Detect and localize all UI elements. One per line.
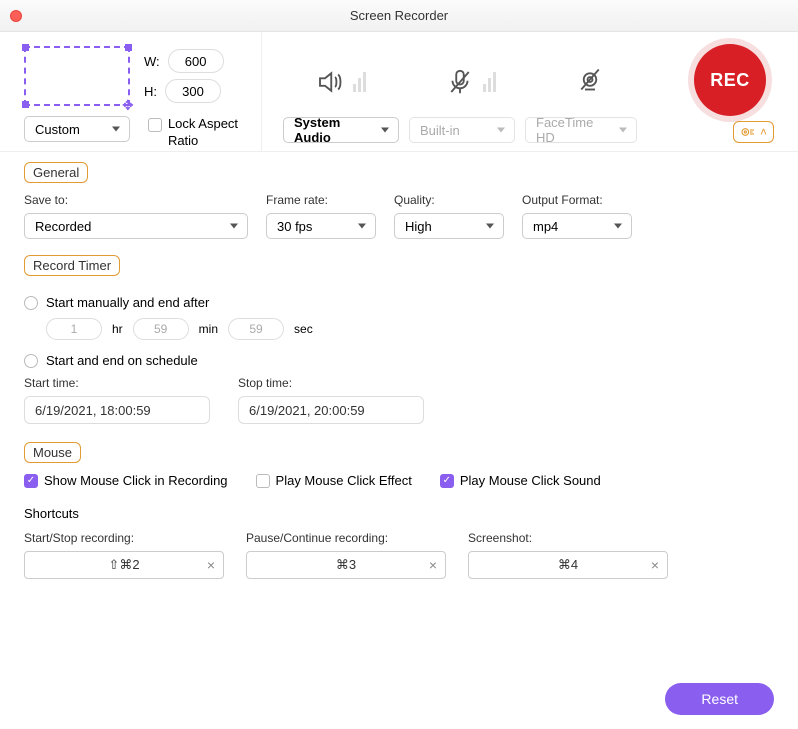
system-audio-select[interactable]: System Audio bbox=[283, 117, 399, 143]
checkbox-icon bbox=[440, 474, 454, 488]
start-time-input[interactable] bbox=[24, 396, 210, 424]
timer-schedule-radio[interactable]: Start and end on schedule bbox=[24, 352, 774, 368]
stop-time-label: Stop time: bbox=[238, 376, 424, 390]
microphone-select[interactable]: Built-in bbox=[409, 117, 515, 143]
clear-icon[interactable]: × bbox=[651, 557, 659, 573]
timer-manual-radio[interactable]: Start manually and end after bbox=[24, 294, 774, 310]
height-input[interactable] bbox=[165, 79, 221, 103]
section-shortcuts: Shortcuts bbox=[24, 506, 774, 521]
shortcut-startstop-label: Start/Stop recording: bbox=[24, 531, 224, 545]
stop-time-input[interactable] bbox=[238, 396, 424, 424]
settings-body: General Save to: Recorded Frame rate: 30… bbox=[0, 152, 798, 669]
save-to-select[interactable]: Recorded bbox=[24, 213, 248, 239]
frame-rate-label: Frame rate: bbox=[266, 193, 376, 207]
section-mouse: Mouse bbox=[24, 442, 81, 463]
chevron-up-icon: ˄ bbox=[760, 125, 767, 139]
section-general: General bbox=[24, 162, 88, 183]
audio-panel: System Audio Built-in FaceTime HD bbox=[262, 32, 658, 151]
record-button[interactable]: REC bbox=[694, 44, 766, 116]
duration-seconds-input[interactable] bbox=[228, 318, 284, 340]
lock-aspect-checkbox[interactable]: Lock Aspect Ratio bbox=[148, 116, 245, 150]
record-panel: REC ˄ bbox=[658, 32, 798, 151]
checkbox-icon bbox=[148, 118, 162, 132]
shortcut-pause-input[interactable]: ⌘3 × bbox=[246, 551, 446, 579]
app-window: Screen Recorder ✥ W: H: bbox=[0, 0, 798, 729]
quality-label: Quality: bbox=[394, 193, 504, 207]
lock-aspect-label: Lock Aspect Ratio bbox=[168, 116, 245, 150]
region-preset-select[interactable]: Custom bbox=[24, 116, 130, 142]
duration-hours-input[interactable] bbox=[46, 318, 102, 340]
height-label: H: bbox=[144, 84, 157, 99]
clear-icon[interactable]: × bbox=[429, 557, 437, 573]
frame-rate-select[interactable]: 30 fps bbox=[266, 213, 376, 239]
format-label: Output Format: bbox=[522, 193, 632, 207]
footer: Reset bbox=[0, 669, 798, 729]
radio-icon bbox=[24, 354, 38, 368]
save-to-label: Save to: bbox=[24, 193, 248, 207]
region-preview[interactable]: ✥ bbox=[24, 46, 130, 106]
settings-toggle-button[interactable]: ˄ bbox=[733, 121, 774, 143]
start-time-label: Start time: bbox=[24, 376, 210, 390]
window-title: Screen Recorder bbox=[0, 8, 798, 23]
play-click-effect-checkbox[interactable]: Play Mouse Click Effect bbox=[256, 473, 412, 488]
shortcut-pause-label: Pause/Continue recording: bbox=[246, 531, 446, 545]
shortcut-startstop-input[interactable]: ⇧⌘2 × bbox=[24, 551, 224, 579]
gear-icon bbox=[740, 126, 756, 138]
play-click-sound-checkbox[interactable]: Play Mouse Click Sound bbox=[440, 473, 601, 488]
top-panel: ✥ W: H: Custom bbox=[0, 32, 798, 152]
shortcut-screenshot-input[interactable]: ⌘4 × bbox=[468, 551, 668, 579]
clear-icon[interactable]: × bbox=[207, 557, 215, 573]
system-audio-icon[interactable] bbox=[315, 67, 366, 97]
width-label: W: bbox=[144, 54, 160, 69]
show-mouse-click-checkbox[interactable]: Show Mouse Click in Recording bbox=[24, 473, 228, 488]
section-timer: Record Timer bbox=[24, 255, 120, 276]
microphone-icon[interactable] bbox=[445, 67, 496, 97]
camera-icon[interactable] bbox=[575, 67, 605, 97]
titlebar: Screen Recorder bbox=[0, 0, 798, 32]
move-icon[interactable]: ✥ bbox=[122, 98, 138, 114]
format-select[interactable]: mp4 bbox=[522, 213, 632, 239]
region-panel: ✥ W: H: Custom bbox=[0, 32, 262, 151]
checkbox-icon bbox=[24, 474, 38, 488]
camera-select[interactable]: FaceTime HD bbox=[525, 117, 637, 143]
width-input[interactable] bbox=[168, 49, 224, 73]
shortcut-screenshot-label: Screenshot: bbox=[468, 531, 668, 545]
checkbox-icon bbox=[256, 474, 270, 488]
region-preset-value: Custom bbox=[35, 122, 80, 137]
reset-button[interactable]: Reset bbox=[665, 683, 774, 715]
radio-icon bbox=[24, 296, 38, 310]
duration-minutes-input[interactable] bbox=[133, 318, 189, 340]
quality-select[interactable]: High bbox=[394, 213, 504, 239]
